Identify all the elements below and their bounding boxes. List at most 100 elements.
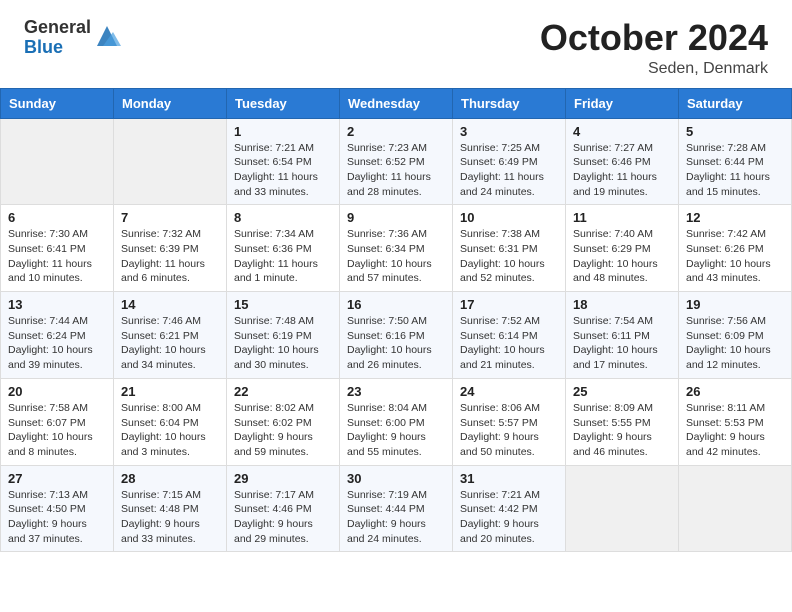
day-info: Sunrise: 7:17 AMSunset: 4:46 PMDaylight:… — [234, 488, 332, 547]
calendar-cell — [566, 465, 679, 552]
day-number: 27 — [8, 471, 106, 486]
day-number: 16 — [347, 297, 445, 312]
page: General Blue October 2024 Seden, Denmark… — [0, 0, 792, 552]
calendar-cell: 21Sunrise: 8:00 AMSunset: 6:04 PMDayligh… — [114, 378, 227, 465]
calendar-cell: 23 Sunrise: 8:04 AMSunset: 6:00 PMDayligh… — [340, 378, 453, 465]
calendar-cell: 10 Sunrise: 7:38 AMSunset: 6:31 PMDayligh… — [453, 205, 566, 292]
day-number: 30 — [347, 471, 445, 486]
day-info: Sunrise: 7:58 AMSunset: 6:07 PMDaylight:… — [8, 401, 106, 460]
week-row-2: 13 Sunrise: 7:44 AMSunset: 6:24 PMDayligh… — [1, 292, 792, 379]
calendar-cell: 8Sunrise: 7:34 AMSunset: 6:36 PMDaylight… — [227, 205, 340, 292]
day-info: Sunrise: 8:06 AMSunset: 5:57 PMDaylight:… — [460, 401, 558, 460]
calendar-cell: 12 Sunrise: 7:42 AMSunset: 6:26 PMDayligh… — [679, 205, 792, 292]
day-info: Sunrise: 8:02 AMSunset: 6:02 PMDaylight:… — [234, 401, 332, 460]
day-number: 31 — [460, 471, 558, 486]
col-header-wednesday: Wednesday — [340, 88, 453, 118]
day-info: Sunrise: 7:46 AMSunset: 6:21 PMDaylight:… — [121, 314, 219, 373]
day-number: 29 — [234, 471, 332, 486]
day-info: Sunrise: 8:04 AMSunset: 6:00 PMDaylight:… — [347, 401, 445, 460]
calendar-cell: 15 Sunrise: 7:48 AMSunset: 6:19 PMDayligh… — [227, 292, 340, 379]
calendar-header-row: SundayMondayTuesdayWednesdayThursdayFrid… — [1, 88, 792, 118]
calendar-cell: 13 Sunrise: 7:44 AMSunset: 6:24 PMDayligh… — [1, 292, 114, 379]
day-info: Sunrise: 7:52 AMSunset: 6:14 PMDaylight:… — [460, 314, 558, 373]
day-number: 7 — [121, 210, 219, 225]
calendar-cell: 9Sunrise: 7:36 AMSunset: 6:34 PMDaylight… — [340, 205, 453, 292]
calendar-cell: 3 Sunrise: 7:25 AMSunset: 6:49 PMDaylight… — [453, 118, 566, 205]
header: General Blue October 2024 Seden, Denmark — [0, 0, 792, 88]
day-info: Sunrise: 7:50 AMSunset: 6:16 PMDaylight:… — [347, 314, 445, 373]
day-info: Sunrise: 7:27 AMSunset: 6:46 PMDaylight:… — [573, 141, 671, 200]
day-number: 18 — [573, 297, 671, 312]
day-number: 3 — [460, 124, 558, 139]
calendar-cell: 18 Sunrise: 7:54 AMSunset: 6:11 PMDayligh… — [566, 292, 679, 379]
title-area: October 2024 Seden, Denmark — [540, 18, 768, 78]
day-info: Sunrise: 7:42 AMSunset: 6:26 PMDaylight:… — [686, 227, 784, 286]
col-header-thursday: Thursday — [453, 88, 566, 118]
calendar-cell: 27 Sunrise: 7:13 AMSunset: 4:50 PMDayligh… — [1, 465, 114, 552]
day-number: 17 — [460, 297, 558, 312]
day-info: Sunrise: 7:54 AMSunset: 6:11 PMDaylight:… — [573, 314, 671, 373]
week-row-0: 1 Sunrise: 7:21 AMSunset: 6:54 PMDaylight… — [1, 118, 792, 205]
calendar-cell: 14 Sunrise: 7:46 AMSunset: 6:21 PMDayligh… — [114, 292, 227, 379]
day-info: Sunrise: 7:32 AMSunset: 6:39 PMDaylight:… — [121, 227, 219, 286]
day-info: Sunrise: 7:38 AMSunset: 6:31 PMDaylight:… — [460, 227, 558, 286]
day-number: 22 — [234, 384, 332, 399]
day-info: Sunrise: 7:48 AMSunset: 6:19 PMDaylight:… — [234, 314, 332, 373]
day-info: Sunrise: 7:23 AMSunset: 6:52 PMDaylight:… — [347, 141, 445, 200]
day-info: Sunrise: 7:44 AMSunset: 6:24 PMDaylight:… — [8, 314, 106, 373]
calendar-cell: 7 Sunrise: 7:32 AMSunset: 6:39 PMDaylight… — [114, 205, 227, 292]
location: Seden, Denmark — [540, 60, 768, 78]
day-number: 6 — [8, 210, 106, 225]
day-number: 15 — [234, 297, 332, 312]
calendar-cell — [679, 465, 792, 552]
calendar-cell — [1, 118, 114, 205]
day-number: 13 — [8, 297, 106, 312]
col-header-saturday: Saturday — [679, 88, 792, 118]
day-number: 25 — [573, 384, 671, 399]
day-number: 20 — [8, 384, 106, 399]
day-number: 4 — [573, 124, 671, 139]
week-row-4: 27 Sunrise: 7:13 AMSunset: 4:50 PMDayligh… — [1, 465, 792, 552]
day-number: 26 — [686, 384, 784, 399]
day-number: 23 — [347, 384, 445, 399]
calendar-cell: 6 Sunrise: 7:30 AMSunset: 6:41 PMDaylight… — [1, 205, 114, 292]
calendar-cell: 31Sunrise: 7:21 AMSunset: 4:42 PMDayligh… — [453, 465, 566, 552]
day-info: Sunrise: 8:11 AMSunset: 5:53 PMDaylight:… — [686, 401, 784, 460]
logo-blue-text: Blue — [24, 37, 63, 57]
calendar-cell: 17 Sunrise: 7:52 AMSunset: 6:14 PMDayligh… — [453, 292, 566, 379]
calendar-table: SundayMondayTuesdayWednesdayThursdayFrid… — [0, 88, 792, 553]
day-info: Sunrise: 8:09 AMSunset: 5:55 PMDaylight:… — [573, 401, 671, 460]
day-info: Sunrise: 7:21 AMSunset: 6:54 PMDaylight:… — [234, 141, 332, 200]
calendar-cell: 5Sunrise: 7:28 AMSunset: 6:44 PMDaylight… — [679, 118, 792, 205]
day-info: Sunrise: 7:13 AMSunset: 4:50 PMDaylight:… — [8, 488, 106, 547]
day-info: Sunrise: 7:40 AMSunset: 6:29 PMDaylight:… — [573, 227, 671, 286]
day-number: 2 — [347, 124, 445, 139]
day-number: 14 — [121, 297, 219, 312]
day-info: Sunrise: 7:25 AMSunset: 6:49 PMDaylight:… — [460, 141, 558, 200]
day-info: Sunrise: 7:19 AMSunset: 4:44 PMDaylight:… — [347, 488, 445, 547]
day-info: Sunrise: 7:30 AMSunset: 6:41 PMDaylight:… — [8, 227, 106, 286]
calendar-cell: 30 Sunrise: 7:19 AMSunset: 4:44 PMDayligh… — [340, 465, 453, 552]
day-number: 24 — [460, 384, 558, 399]
day-info: Sunrise: 7:34 AMSunset: 6:36 PMDaylight:… — [234, 227, 332, 286]
logo-general-text: General — [24, 17, 91, 37]
col-header-friday: Friday — [566, 88, 679, 118]
calendar-cell: 28Sunrise: 7:15 AMSunset: 4:48 PMDayligh… — [114, 465, 227, 552]
day-info: Sunrise: 7:36 AMSunset: 6:34 PMDaylight:… — [347, 227, 445, 286]
day-number: 10 — [460, 210, 558, 225]
calendar-cell: 24 Sunrise: 8:06 AMSunset: 5:57 PMDayligh… — [453, 378, 566, 465]
day-info: Sunrise: 8:00 AMSunset: 6:04 PMDaylight:… — [121, 401, 219, 460]
month-title: October 2024 — [540, 18, 768, 58]
calendar-cell: 1 Sunrise: 7:21 AMSunset: 6:54 PMDaylight… — [227, 118, 340, 205]
calendar-cell: 26 Sunrise: 8:11 AMSunset: 5:53 PMDayligh… — [679, 378, 792, 465]
col-header-sunday: Sunday — [1, 88, 114, 118]
calendar-cell: 29 Sunrise: 7:17 AMSunset: 4:46 PMDayligh… — [227, 465, 340, 552]
day-number: 1 — [234, 124, 332, 139]
calendar-cell: 20 Sunrise: 7:58 AMSunset: 6:07 PMDayligh… — [1, 378, 114, 465]
calendar-cell: 2 Sunrise: 7:23 AMSunset: 6:52 PMDaylight… — [340, 118, 453, 205]
day-number: 19 — [686, 297, 784, 312]
calendar-cell: 4 Sunrise: 7:27 AMSunset: 6:46 PMDaylight… — [566, 118, 679, 205]
day-number: 12 — [686, 210, 784, 225]
day-info: Sunrise: 7:15 AMSunset: 4:48 PMDaylight:… — [121, 488, 219, 547]
day-number: 11 — [573, 210, 671, 225]
